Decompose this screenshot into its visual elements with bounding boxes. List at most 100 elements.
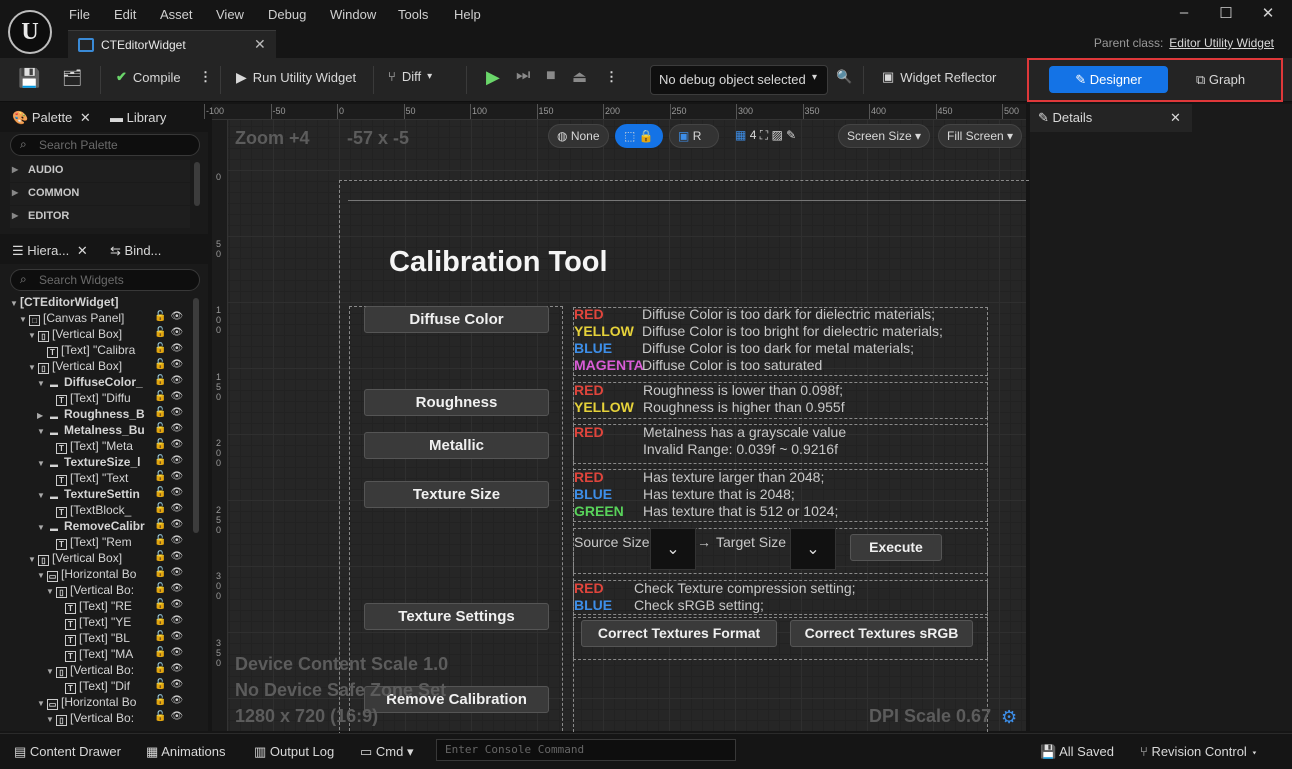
expand-arrow-icon[interactable]: ▼ — [46, 587, 56, 596]
lock-visibility-icons[interactable]: 🔓👁 — [154, 359, 187, 370]
parent-class-link[interactable]: Editor Utility Widget — [1169, 36, 1274, 50]
lock-visibility-icons[interactable]: 🔓👁 — [154, 647, 187, 658]
tab-palette[interactable]: 🎨 Palette ✕ — [12, 110, 91, 126]
lock-visibility-icons[interactable]: 🔓👁 — [154, 311, 187, 322]
lock-visibility-icons[interactable]: 🔓👁 — [154, 631, 187, 642]
expand-arrow-icon[interactable]: ▼ — [37, 699, 47, 708]
hierarchy-row[interactable]: T [Text] "Rem — [46, 535, 162, 551]
hierarchy-row[interactable]: ▼ ▬ Metalness_Bu — [37, 423, 162, 439]
hierarchy-row[interactable]: ▼ ▬ TextureSize_l — [37, 455, 162, 471]
hierarchy-row[interactable]: T [Text] "BL — [55, 631, 162, 647]
run-utility-widget-button[interactable]: ▶ Run Utility Widget — [236, 69, 356, 86]
roughness-button[interactable]: Roughness — [364, 389, 549, 416]
expand-arrow-icon[interactable]: ▼ — [10, 299, 20, 308]
grid-snap-group[interactable]: ▦ 4 ⛶ ▨ ✎ — [727, 124, 833, 148]
lock-visibility-icons[interactable]: 🔓👁 — [154, 327, 187, 338]
step-icon[interactable]: ⏭ — [516, 67, 530, 85]
expand-arrow-icon[interactable]: ▼ — [46, 715, 56, 724]
tab-bindings[interactable]: ⇆ Bind... — [110, 243, 161, 259]
hierarchy-row[interactable]: ▼ ▬ TextureSettin — [37, 487, 162, 503]
animations-button[interactable]: ▦ Animations — [146, 744, 226, 760]
stop-icon[interactable]: ■ — [546, 67, 556, 85]
hierarchy-row[interactable]: T [Text] "Text — [46, 471, 162, 487]
dpi-settings-gear-icon[interactable]: ⚙ — [1001, 707, 1017, 728]
fill-screen-select[interactable]: Fill Screen ▾ — [938, 124, 1023, 148]
hierarchy-row[interactable]: T [Text] "MA — [55, 647, 162, 663]
lock-toggle[interactable]: ⬚ 🔒 — [615, 124, 663, 148]
hierarchy-row[interactable]: T [TextBlock_ — [46, 503, 162, 519]
menu-help[interactable]: Help — [454, 7, 481, 22]
respect-locks-toggle[interactable]: ▣ R — [669, 124, 719, 148]
hierarchy-row[interactable]: ▼ □ [Canvas Panel] — [19, 311, 162, 327]
hierarchy-row[interactable]: T [Text] "Calibra — [37, 343, 162, 359]
hierarchy-scrollbar[interactable] — [193, 298, 199, 533]
source-size-dropdown[interactable]: ⌄ — [650, 528, 696, 570]
lock-visibility-icons[interactable]: 🔓👁 — [154, 375, 187, 386]
hierarchy-row[interactable]: ▼ ▬ RemoveCalibr — [37, 519, 162, 535]
lock-visibility-icons[interactable]: 🔓👁 — [154, 487, 187, 498]
target-size-dropdown[interactable]: ⌄ — [790, 528, 836, 570]
menu-file[interactable]: File — [69, 7, 90, 22]
lock-visibility-icons[interactable]: 🔓👁 — [154, 583, 187, 594]
diff-button[interactable]: ⑂ Diff ▾ — [388, 69, 432, 84]
widget-reflector-button[interactable]: ▣ Widget Reflector — [882, 69, 996, 85]
lock-visibility-icons[interactable]: 🔓👁 — [154, 615, 187, 626]
lock-visibility-icons[interactable]: 🔓👁 — [154, 407, 187, 418]
palette-category-editor[interactable]: EDITOR — [10, 206, 190, 228]
expand-arrow-icon[interactable]: ▼ — [28, 555, 38, 564]
lock-visibility-icons[interactable]: 🔓👁 — [154, 711, 187, 722]
unreal-logo-icon[interactable]: U — [8, 10, 52, 54]
lock-visibility-icons[interactable]: 🔓👁 — [154, 455, 187, 466]
close-icon[interactable]: ✕ — [1253, 4, 1283, 26]
eject-icon[interactable]: ⏏ — [572, 67, 587, 87]
save-icon[interactable]: 💾 — [18, 68, 40, 89]
lock-visibility-icons[interactable]: 🔓👁 — [154, 567, 187, 578]
content-drawer-button[interactable]: ▤ Content Drawer — [14, 744, 121, 760]
palette-close-icon[interactable]: ✕ — [80, 110, 91, 125]
expand-arrow-icon[interactable]: ▼ — [19, 315, 29, 324]
hierarchy-row[interactable]: ▼ ▬ DiffuseColor_ — [37, 375, 162, 391]
play-options-icon[interactable]: ⋮ — [605, 69, 618, 85]
tab-library[interactable]: ▬ Library — [110, 110, 166, 125]
hierarchy-row[interactable]: T [Text] "Diffu — [46, 391, 162, 407]
lock-visibility-icons[interactable]: 🔓👁 — [154, 519, 187, 530]
screen-size-select[interactable]: Screen Size ▾ — [838, 124, 931, 148]
correct-textures-srgb-button[interactable]: Correct Textures sRGB — [790, 620, 973, 647]
lock-visibility-icons[interactable]: 🔓👁 — [154, 535, 187, 546]
details-close-icon[interactable]: ✕ — [1170, 110, 1181, 126]
menu-debug[interactable]: Debug — [268, 7, 306, 22]
palette-category-common[interactable]: COMMON — [10, 183, 190, 205]
hierarchy-row[interactable]: ▼ ▯ [Vertical Box] — [28, 551, 162, 567]
palette-scrollbar[interactable] — [194, 162, 200, 206]
lock-visibility-icons[interactable]: 🔓👁 — [154, 471, 187, 482]
menu-window[interactable]: Window — [330, 7, 376, 22]
debug-find-icon[interactable]: 🔍 — [836, 69, 852, 85]
expand-arrow-icon[interactable]: ▼ — [37, 571, 47, 580]
lock-visibility-icons[interactable]: 🔓👁 — [154, 599, 187, 610]
lock-visibility-icons[interactable]: 🔓👁 — [154, 679, 187, 690]
cmd-button[interactable]: ▭ Cmd ▾ — [360, 744, 414, 760]
expand-arrow-icon[interactable]: ▼ — [28, 363, 38, 372]
execute-button[interactable]: Execute — [850, 534, 942, 561]
all-saved-button[interactable]: 💾 All Saved — [1040, 744, 1114, 760]
graph-mode-button[interactable]: ⧉ Graph — [1196, 72, 1245, 88]
expand-arrow-icon[interactable]: ▼ — [46, 667, 56, 676]
lock-visibility-icons[interactable]: 🔓👁 — [154, 343, 187, 354]
metallic-button[interactable]: Metallic — [364, 432, 549, 459]
expand-arrow-icon[interactable]: ▼ — [37, 459, 47, 468]
lock-visibility-icons[interactable]: 🔓👁 — [154, 439, 187, 450]
menu-edit[interactable]: Edit — [114, 7, 136, 22]
hierarchy-row[interactable]: ▼ ▯ [Vertical Bo: — [46, 583, 162, 599]
minimize-icon[interactable]: – — [1169, 4, 1199, 26]
tab-details[interactable]: ✎ Details — [1038, 110, 1092, 126]
correct-textures-format-button[interactable]: Correct Textures Format — [581, 620, 777, 647]
palette-category-audio[interactable]: AUDIO — [10, 160, 190, 182]
lock-visibility-icons[interactable]: 🔓👁 — [154, 423, 187, 434]
localization-preview-button[interactable]: ◍ None — [548, 124, 609, 148]
hierarchy-row[interactable]: T [Text] "RE — [55, 599, 162, 615]
expand-arrow-icon[interactable]: ▼ — [37, 379, 47, 388]
expand-arrow-icon[interactable]: ▼ — [28, 331, 38, 340]
compile-options-icon[interactable]: ⋮ — [199, 69, 212, 85]
menu-tools[interactable]: Tools — [398, 7, 428, 22]
expand-arrow-icon[interactable]: ▼ — [37, 491, 47, 500]
